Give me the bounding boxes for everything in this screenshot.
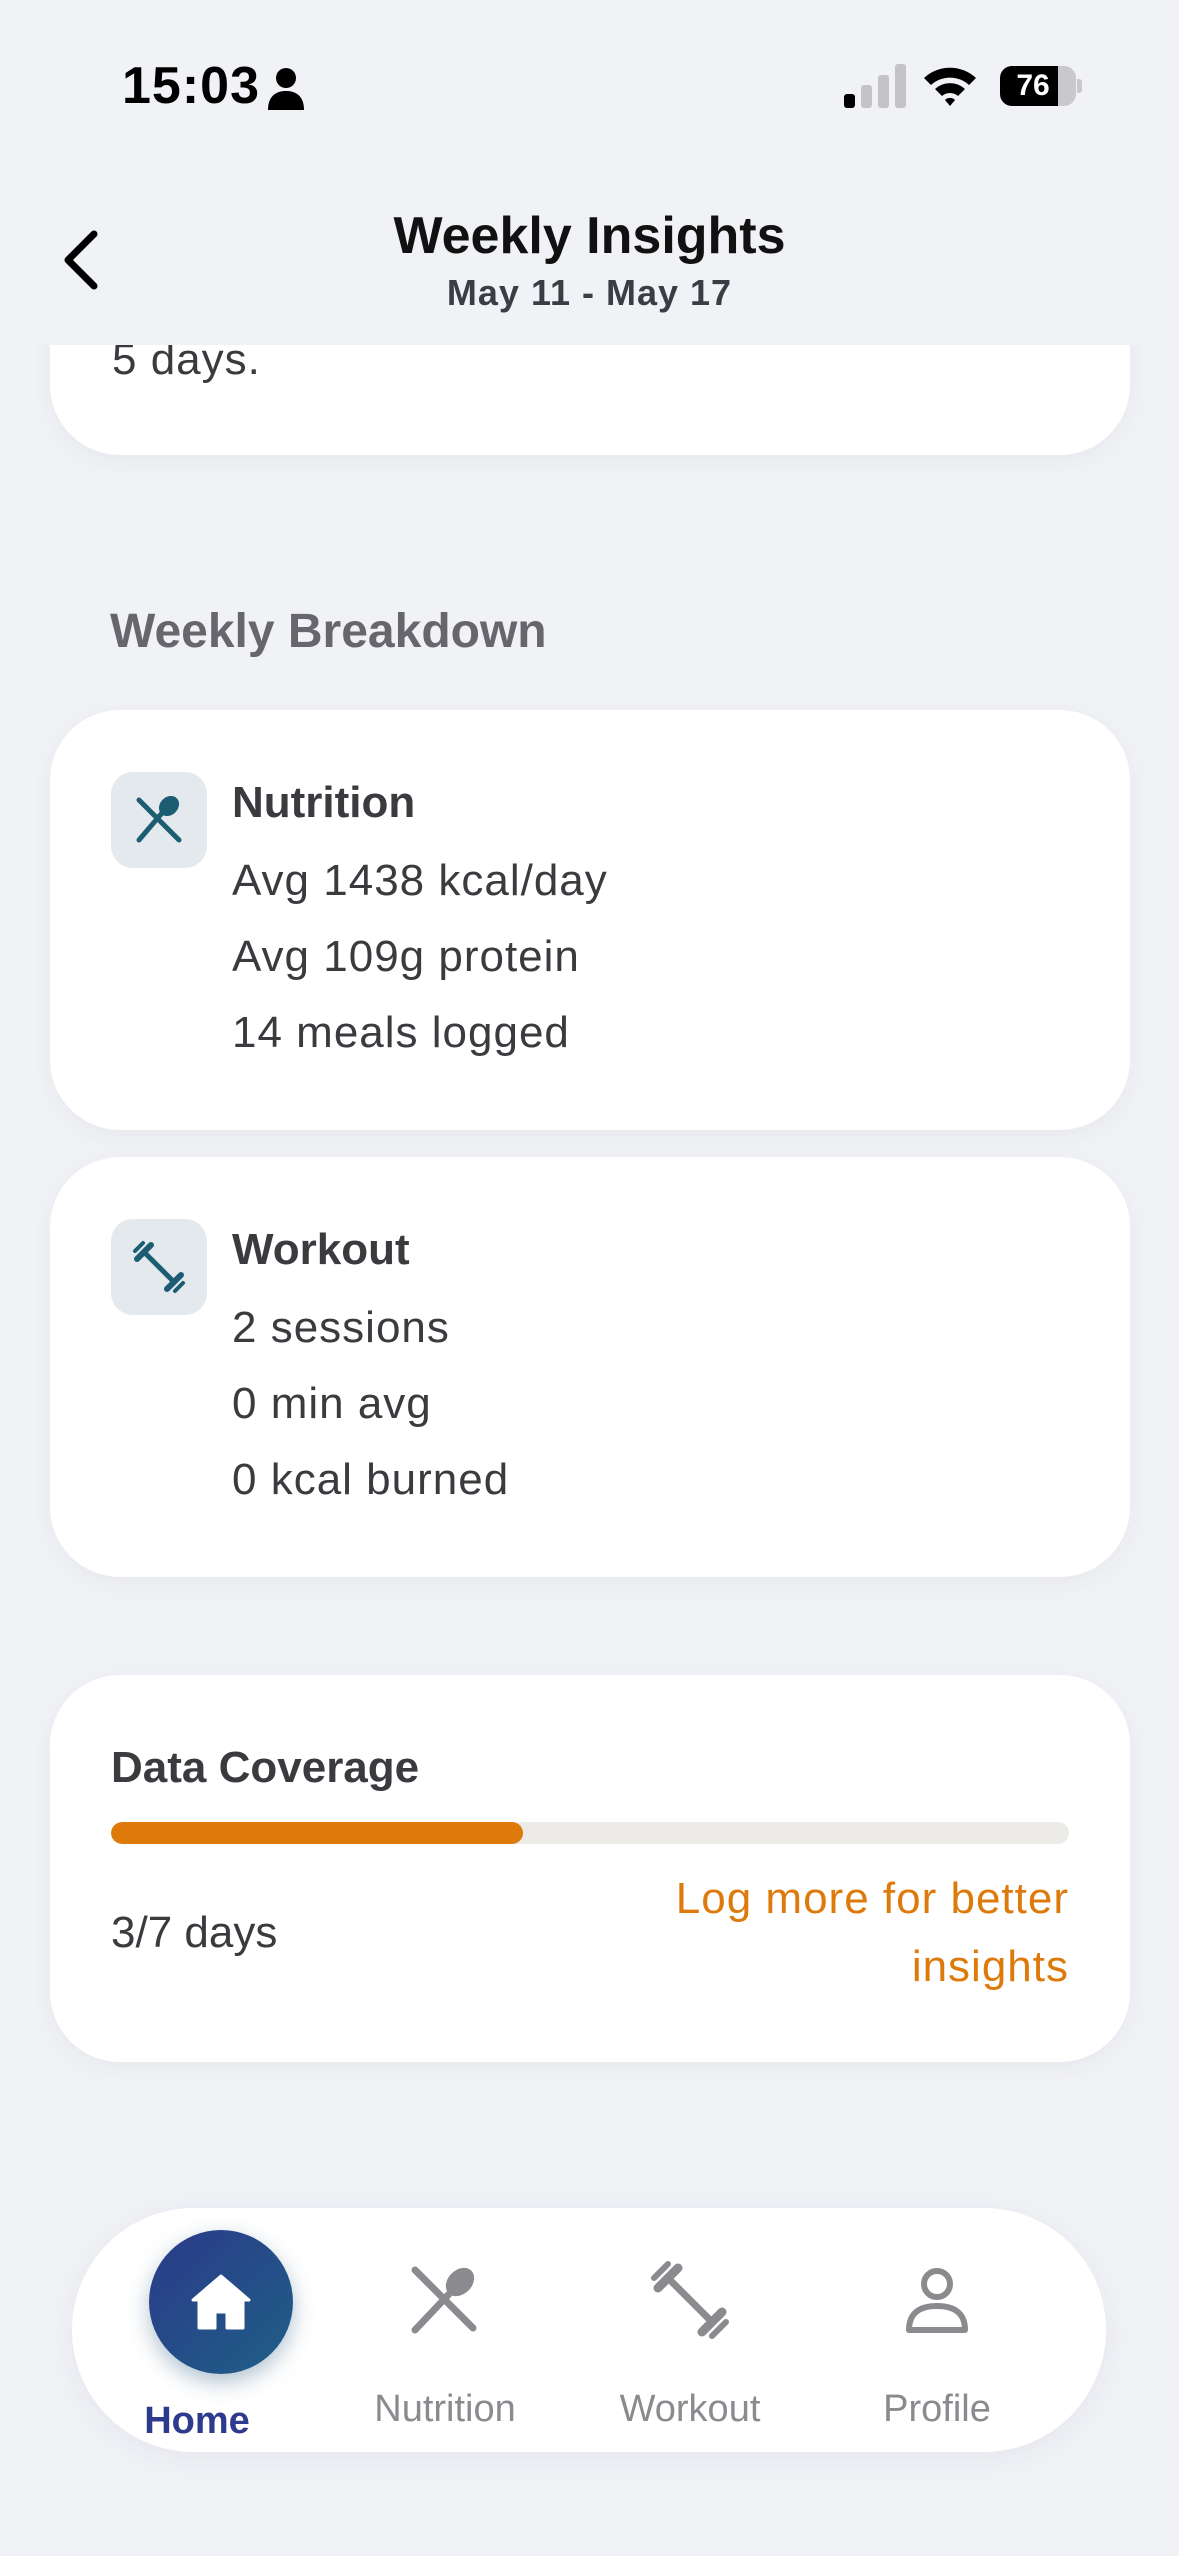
workout-card: Workout 2 sessions 0 min avg 0 kcal burn… [50,1157,1130,1577]
tab-workout[interactable]: Workout [565,2208,815,2452]
workout-icon-box [111,1219,207,1315]
tab-workout-label: Workout [619,2388,761,2430]
battery-cap [1077,79,1082,93]
tab-profile-label: Profile [883,2388,991,2430]
dumbbell-icon [651,2261,729,2339]
date-range: May 11 - May 17 [446,272,733,313]
data-coverage-card: Data Coverage 3/7 days Log more for bett… [50,1675,1130,2062]
battery-body: 76 [1000,66,1076,106]
workout-stat-duration: 0 min avg [232,1379,432,1428]
status-bar: 15:03 76 [0,0,1179,170]
home-active-bubble [149,2230,293,2374]
tab-bar: Home Nutrition Workout Profile [72,2208,1106,2452]
workout-stat-sessions: 2 sessions [232,1303,450,1352]
fork-spoon-icon [136,795,182,843]
signal-icon [844,64,906,108]
nutrition-card: Nutrition Avg 1438 kcal/day Avg 109g pro… [50,710,1130,1130]
coverage-progress-fill [111,1822,523,1844]
nutrition-icon-box [111,772,207,868]
nav-header: Weekly Insights May 11 - May 17 [0,170,1179,345]
workout-title: Workout [232,1225,410,1274]
battery-level: 76 [1016,69,1050,102]
coverage-days: 3/7 days [111,1908,278,1957]
tab-nutrition[interactable]: Nutrition [320,2208,570,2452]
nutrition-stat-protein: Avg 109g protein [232,932,580,981]
coverage-progress-bar [111,1822,1069,1844]
fork-spoon-icon [411,2266,477,2334]
nutrition-stat-calories: Avg 1438 kcal/day [232,856,608,905]
coverage-hint: Log more for better insights [675,1874,1069,1991]
person-icon [268,68,304,110]
coverage-title: Data Coverage [111,1743,420,1792]
home-icon [191,2274,251,2330]
dumbbell-icon [133,1241,185,1293]
battery-indicator: 76 [1000,66,1082,106]
page-title: Weekly Insights [393,207,786,265]
nutrition-stat-meals: 14 meals logged [232,1008,570,1057]
tab-profile[interactable]: Profile [812,2208,1062,2452]
nutrition-title: Nutrition [232,778,416,827]
wifi-icon [924,67,976,106]
tab-home-label: Home [144,2400,250,2442]
person-icon [906,2268,968,2333]
section-title-weekly-breakdown: Weekly Breakdown [110,605,547,658]
workout-stat-calories: 0 kcal burned [232,1455,510,1504]
tab-home[interactable]: Home [72,2208,322,2452]
tab-nutrition-label: Nutrition [374,2388,516,2430]
status-time: 15:03 [122,57,260,115]
